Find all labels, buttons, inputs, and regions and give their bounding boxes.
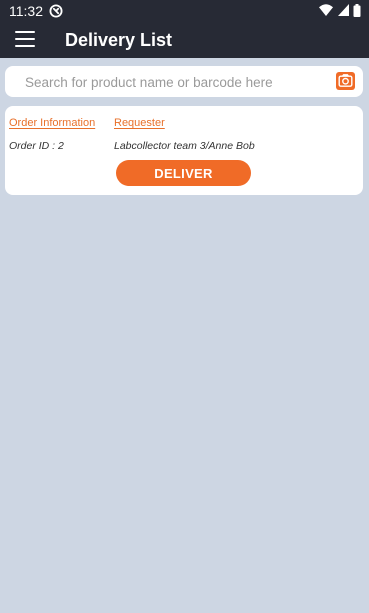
search-input[interactable] <box>25 72 330 92</box>
requester-name: Labcollector team 3/Anne Bob <box>114 140 255 152</box>
cell-signal-icon <box>337 4 349 16</box>
search-bar <box>5 66 363 97</box>
status-time: 11:32 <box>9 3 43 19</box>
page-title: Delivery List <box>65 30 173 50</box>
deliver-button[interactable]: DELIVER <box>116 160 251 186</box>
status-icons <box>319 4 361 18</box>
order-card: Order Information Requester Order ID : 2… <box>5 106 363 195</box>
order-id: Order ID : 2 <box>9 140 64 152</box>
app-bar: Delivery List <box>0 22 369 58</box>
wifi-icon <box>319 4 334 16</box>
hamburger-menu-icon[interactable] <box>15 31 35 47</box>
app-notification-icon <box>49 4 63 18</box>
requester-header[interactable]: Requester <box>114 117 165 129</box>
camera-icon[interactable] <box>336 72 355 90</box>
order-information-header[interactable]: Order Information <box>9 117 95 129</box>
status-bar: 11:32 <box>0 0 369 22</box>
battery-icon <box>353 4 361 17</box>
